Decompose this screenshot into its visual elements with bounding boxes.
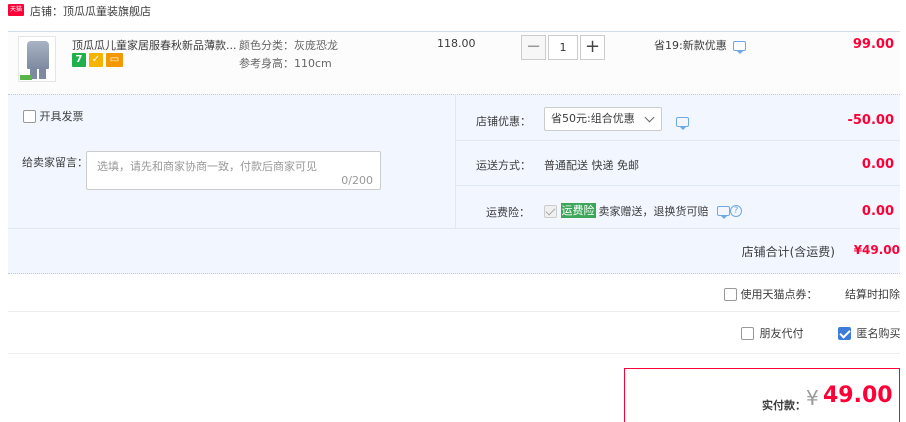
tmall-points-note: 结算时扣除: [845, 288, 900, 301]
message-counter: 0/200: [341, 174, 373, 187]
friend-pay-option[interactable]: 朋友代付: [741, 325, 804, 341]
insurance-option: 运费险 卖家赠送，退换货可赔 ?: [544, 203, 742, 219]
shipping-amount: 0.00: [861, 157, 894, 172]
product-title[interactable]: 顶瓜瓜儿童家居服春秋新品薄款...: [72, 37, 237, 53]
service-icons: 7 ✓ ▭: [72, 53, 126, 67]
product-thumbnail[interactable]: [18, 36, 56, 82]
chat-icon[interactable]: [717, 206, 730, 219]
shipping-value: 普通配送 快递 免邮: [544, 159, 639, 172]
store-total-value: ¥49.00: [853, 243, 900, 257]
tmall-points-label: 使用天猫点券：: [740, 288, 818, 301]
quantity-input[interactable]: 1: [548, 35, 578, 60]
message-label: 给卖家留言：: [22, 156, 88, 169]
insurance-amount: 0.00: [861, 204, 894, 219]
message-placeholder: 选填，请先和商家协商一致，付款后商家可见: [97, 160, 317, 173]
decrease-qty-button[interactable]: −: [521, 35, 546, 60]
quantity-stepper: − 1 +: [521, 35, 605, 60]
friend-pay-checkbox[interactable]: [741, 326, 754, 340]
insurance-text: 卖家赠送，退换货可赔: [598, 205, 709, 218]
store-discount-value: 省50元:组合优惠: [551, 112, 635, 125]
anonymous-label: 匿名购买: [856, 327, 901, 340]
help-icon[interactable]: ?: [730, 205, 742, 217]
store-discount-label: 店铺优惠：: [476, 115, 531, 128]
chat-icon[interactable]: [733, 41, 747, 54]
tmall-points-checkbox[interactable]: [724, 287, 737, 301]
seven-day-return-icon[interactable]: 7: [72, 53, 86, 67]
invoice-option[interactable]: 开具发票: [23, 108, 84, 124]
store-discount-select[interactable]: 省50元:组合优惠: [544, 107, 662, 131]
friend-pay-label: 朋友代付: [759, 327, 804, 340]
anonymous-option[interactable]: 匿名购买: [838, 325, 901, 341]
tmall-points-option[interactable]: 使用天猫点券：: [724, 286, 818, 302]
sku-color: 颜色分类：灰庞恐龙: [239, 39, 338, 52]
chat-icon[interactable]: [676, 117, 689, 130]
store-total-label: 店铺合计(含运费): [741, 245, 835, 259]
item-promo-label: 省19:新款优惠: [654, 39, 727, 52]
insurance-label: 运费险：: [486, 206, 530, 219]
payment-currency: ¥: [806, 386, 819, 410]
tmall-badge-icon: 天猫: [8, 4, 24, 16]
chevron-down-icon: [644, 112, 655, 123]
sku-height: 参考身高：110cm: [239, 57, 332, 70]
insurance-checkbox: [544, 204, 557, 218]
payment-amount: 49.00: [823, 383, 893, 408]
anonymous-checkbox[interactable]: [838, 326, 851, 340]
item-subtotal: 99.00: [852, 37, 894, 52]
card-icon[interactable]: ▭: [106, 53, 123, 67]
item-promo: 省19:新款优惠: [654, 37, 747, 54]
shield-icon[interactable]: ✓: [89, 53, 103, 67]
increase-qty-button[interactable]: +: [580, 35, 605, 60]
shop-name[interactable]: 店铺：顶瓜瓜童装旗舰店: [30, 3, 151, 19]
unit-price: 118.00: [437, 37, 476, 50]
product-sku: 颜色分类：灰庞恐龙 参考身高：110cm: [239, 37, 338, 73]
invoice-checkbox[interactable]: [23, 109, 36, 123]
seller-message-input[interactable]: 选填，请先和商家协商一致，付款后商家可见 0/200: [86, 151, 381, 190]
invoice-label: 开具发票: [39, 110, 84, 123]
insurance-tag: 运费险: [560, 203, 596, 218]
shipping-label: 运送方式：: [476, 159, 531, 172]
payment-label: 实付款：: [762, 399, 806, 412]
store-discount-amount: -50.00: [847, 113, 894, 128]
